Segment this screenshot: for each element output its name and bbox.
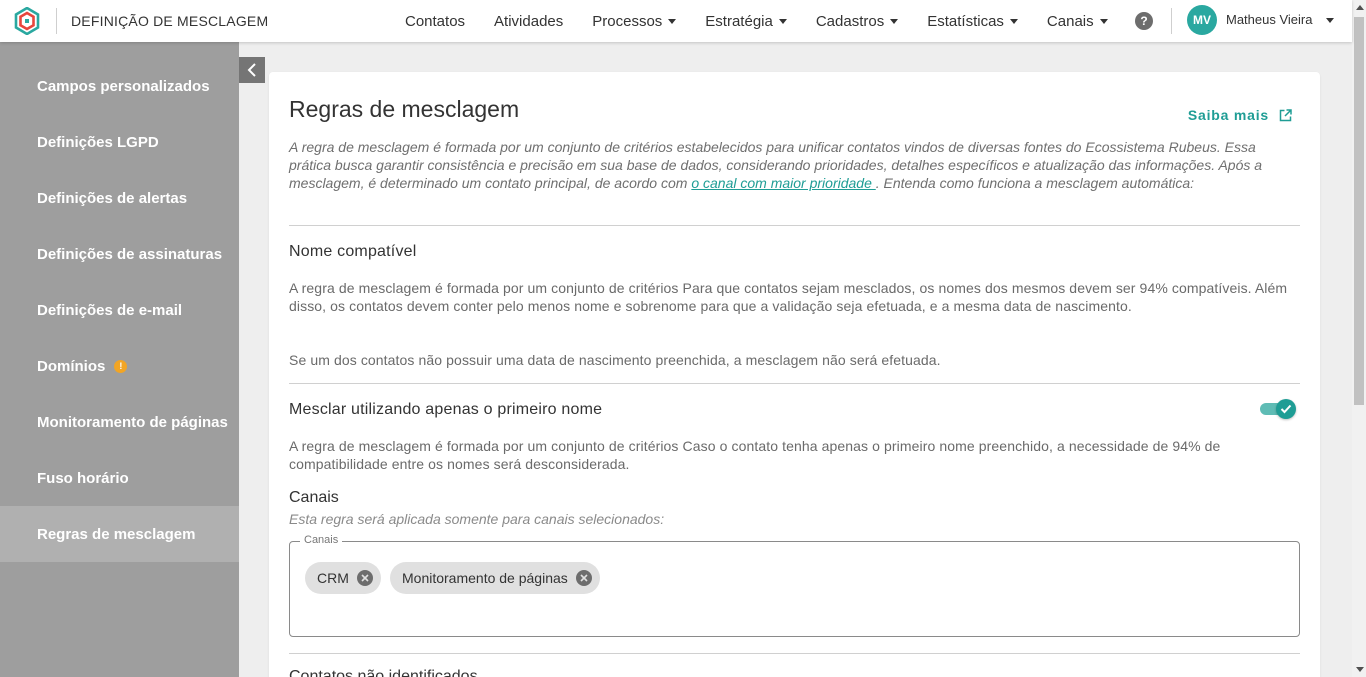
chip-label: Monitoramento de páginas (402, 570, 568, 586)
divider (289, 653, 1300, 654)
nav-label: Estatísticas (927, 12, 1004, 30)
learn-more-label: Saiba mais (1187, 107, 1269, 123)
sidebar-item-label: Regras de mesclagem (37, 525, 196, 543)
sidebar-item-campos-personalizados[interactable]: Campos personalizados (0, 58, 239, 114)
sidebar-item-label: Campos personalizados (37, 77, 210, 95)
sidebar-item-definicoes-email[interactable]: Definições de e-mail (0, 282, 239, 338)
unidentified-contacts-title: Contatos não identificados (289, 668, 478, 677)
learn-more-link[interactable]: Saiba mais (1188, 107, 1292, 123)
nav-label: Contatos (405, 12, 466, 30)
caret-down-icon (890, 18, 899, 24)
channels-title: Canais (289, 489, 339, 506)
sidebar-item-regras-mesclagem[interactable]: Regras de mesclagem (0, 506, 239, 562)
user-name[interactable]: Matheus Vieira (1226, 12, 1312, 27)
chip-label: CRM (317, 570, 349, 586)
toggle-knob (1276, 399, 1296, 419)
channels-subtitle: Esta regra será aplicada somente para ca… (289, 511, 665, 527)
caret-down-icon (668, 18, 677, 24)
sidebar-item-label: Domínios (37, 357, 106, 375)
nav-label: Atividades (494, 12, 564, 30)
app-logo-icon[interactable] (13, 7, 41, 35)
divider (289, 225, 1300, 226)
collapse-sidebar-button[interactable] (239, 57, 265, 83)
channel-chip-monitoramento: Monitoramento de páginas (390, 562, 600, 594)
sidebar-item-label: Definições de assinaturas (37, 245, 223, 263)
compatible-name-note: Se um dos contatos não possuir uma data … (289, 352, 941, 368)
remove-chip-icon[interactable] (575, 570, 592, 586)
intro-text-part: . Entenda como funciona a mesclagem auto… (875, 175, 1195, 191)
nav-label: Processos (592, 12, 663, 30)
page-title: DEFINIÇÃO DE MESCLAGEM (71, 13, 269, 29)
warning-icon: ! (114, 359, 128, 373)
nav-contatos[interactable]: Contatos (405, 13, 465, 30)
compatible-name-paragraph: A regra de mesclagem é formada por um co… (289, 280, 1288, 314)
intro-text: A regra de mesclagem é formada por um co… (289, 138, 1289, 192)
nav-processos[interactable]: Processos (592, 12, 677, 30)
sidebar-item-definicoes-lgpd[interactable]: Definições LGPD (0, 114, 239, 170)
caret-down-icon (1009, 18, 1018, 24)
first-name-toggle[interactable] (1260, 399, 1296, 419)
nav-estatisticas[interactable]: Estatísticas (927, 13, 1018, 30)
scroll-up-icon[interactable] (1356, 5, 1364, 10)
scroll-down-icon[interactable] (1356, 667, 1364, 672)
sidebar-item-definicoes-assinaturas[interactable]: Definições de assinaturas (0, 226, 239, 282)
sidebar-item-definicoes-alertas[interactable]: Definições de alertas (0, 170, 239, 226)
compatible-name-title: Nome compatível (289, 243, 417, 260)
priority-channel-link[interactable]: o canal com maior prioridade (691, 175, 875, 191)
header-divider (56, 8, 57, 34)
divider (289, 383, 1300, 384)
header-divider (1171, 8, 1172, 34)
nav-estrategia[interactable]: Estratégia (705, 13, 787, 30)
nav-atividades[interactable]: Atividades (494, 13, 563, 30)
top-bar: DEFINIÇÃO DE MESCLAGEM Contatos Atividad… (0, 0, 1352, 42)
caret-down-icon (778, 18, 787, 24)
merge-rules-card: Regras de mesclagem Saiba mais A regra d… (269, 72, 1320, 677)
caret-down-icon (1099, 18, 1108, 24)
avatar[interactable]: MV (1187, 5, 1217, 35)
sidebar-item-label: Definições de e-mail (37, 301, 183, 319)
nav-label: Estratégia (705, 12, 773, 30)
nav-label: Canais (1046, 12, 1094, 30)
remove-chip-icon[interactable] (356, 570, 373, 586)
check-icon (1280, 404, 1292, 414)
first-name-paragraph: A regra de mesclagem é formada por um co… (289, 438, 1221, 472)
scroll-thumb[interactable] (1354, 17, 1364, 405)
nav-label: Cadastros (815, 12, 885, 30)
sidebar-item-label: Fuso horário (37, 469, 129, 487)
sidebar: Campos personalizados Definições LGPD De… (0, 42, 239, 677)
sidebar-item-fuso-horario[interactable]: Fuso horário (0, 450, 239, 506)
first-name-title: Mesclar utilizando apenas o primeiro nom… (289, 401, 603, 418)
chevron-left-icon (247, 63, 256, 77)
nav-canais[interactable]: Canais (1047, 13, 1108, 30)
sidebar-item-label: Monitoramento de páginas (37, 413, 228, 431)
help-icon[interactable]: ? (1135, 12, 1153, 30)
sidebar-item-label: Definições de alertas (37, 189, 188, 207)
page-scrollbar[interactable] (1352, 0, 1366, 677)
sidebar-item-dominios[interactable]: Domínios! (0, 338, 239, 394)
sidebar-item-label: Definições LGPD (37, 133, 159, 151)
channels-field-label: Canais (300, 534, 343, 546)
main-nav: Contatos Atividades Processos Estratégia… (405, 0, 1137, 42)
sidebar-item-monitoramento-paginas[interactable]: Monitoramento de páginas (0, 394, 239, 450)
section-title: Regras de mesclagem (289, 96, 520, 122)
chevron-down-icon[interactable] (1326, 18, 1334, 23)
nav-cadastros[interactable]: Cadastros (815, 12, 899, 30)
channel-chip-crm: CRM (305, 562, 381, 594)
channels-select[interactable]: Canais CRM Monitoramento de páginas (289, 534, 1300, 637)
external-link-icon (1279, 108, 1292, 121)
